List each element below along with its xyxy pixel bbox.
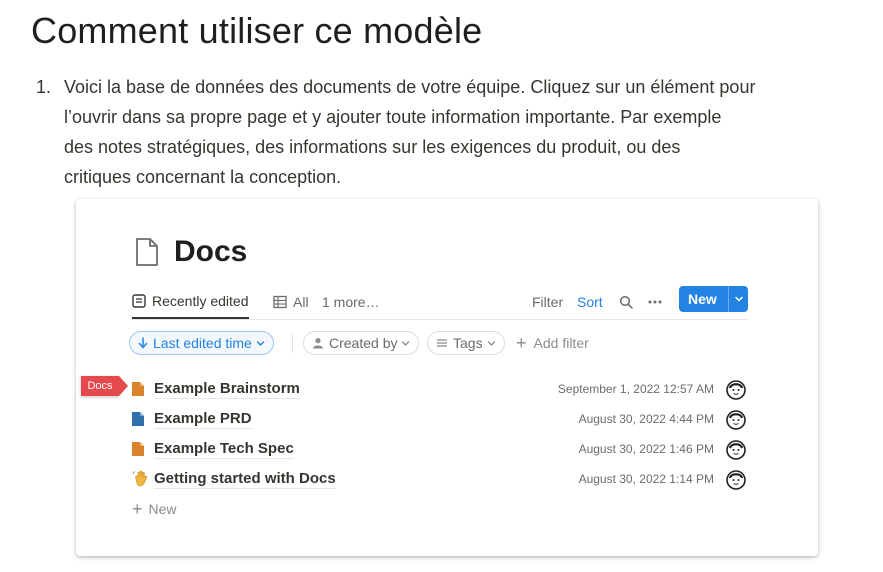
page-heading: Comment utiliser ce modèle bbox=[31, 10, 483, 51]
chevron-down-icon bbox=[402, 340, 410, 346]
instruction-line: critiques concernant la conception. bbox=[64, 167, 342, 187]
doc-date: September 1, 2022 12:57 AM bbox=[557, 382, 714, 396]
database-title: Docs bbox=[174, 235, 248, 268]
instruction-text: Voici la base de données des documents d… bbox=[64, 72, 824, 192]
instructions-list: 1. Voici la base de données des document… bbox=[36, 72, 836, 192]
tab-label: 1 more… bbox=[322, 293, 380, 310]
view-bar: Recently edited All 1 more… Filter Sort bbox=[132, 285, 748, 320]
sort-chip[interactable]: Last edited time bbox=[129, 331, 274, 355]
doc-name[interactable]: Example Brainstorm bbox=[154, 380, 300, 399]
database-screenshot: Docs Recently edited All 1 more… Filter … bbox=[76, 199, 818, 556]
more-icon bbox=[648, 300, 662, 303]
orange-doc-icon bbox=[132, 442, 154, 456]
chevron-down-icon bbox=[256, 340, 265, 346]
callout-arrow bbox=[119, 376, 128, 396]
tab-all[interactable]: All bbox=[273, 285, 309, 318]
instruction-item: 1. Voici la base de données des document… bbox=[36, 72, 836, 192]
avatar bbox=[726, 410, 746, 430]
plus-icon: + bbox=[132, 498, 143, 519]
sort-button[interactable]: Sort bbox=[577, 285, 603, 318]
add-filter-button[interactable]: + Add filter bbox=[516, 331, 589, 355]
person-icon bbox=[313, 338, 323, 349]
list-item[interactable]: Example Tech Spec August 30, 2022 1:46 P… bbox=[132, 434, 752, 464]
plus-icon: + bbox=[516, 332, 527, 353]
chevron-down-icon bbox=[734, 296, 743, 302]
more-button[interactable] bbox=[647, 285, 663, 318]
tab-more-views[interactable]: 1 more… bbox=[322, 285, 380, 318]
avatar bbox=[726, 440, 746, 460]
list-item[interactable]: Example Brainstorm September 1, 2022 12:… bbox=[132, 374, 752, 404]
list-icon bbox=[132, 294, 146, 308]
database-header: Docs bbox=[134, 235, 247, 269]
tab-recently-edited[interactable]: Recently edited bbox=[132, 285, 249, 319]
search-button[interactable] bbox=[619, 285, 633, 318]
orange-doc-icon bbox=[132, 382, 154, 396]
tags-filter[interactable]: Tags bbox=[427, 331, 505, 355]
instruction-line: des notes stratégiques, des informations… bbox=[64, 137, 681, 157]
filter-button[interactable]: Filter bbox=[532, 285, 563, 318]
tags-label: Tags bbox=[453, 335, 483, 351]
search-icon bbox=[619, 295, 633, 309]
doc-name[interactable]: Example PRD bbox=[154, 410, 252, 429]
new-button[interactable]: New bbox=[679, 286, 748, 312]
doc-name[interactable]: Example Tech Spec bbox=[154, 440, 294, 459]
created-by-label: Created by bbox=[329, 335, 398, 351]
instruction-line: Voici la base de données des documents d… bbox=[64, 77, 756, 97]
sort-chip-label: Last edited time bbox=[153, 335, 252, 351]
table-icon bbox=[273, 295, 287, 308]
instruction-line: l’ouvrir dans sa propre page et y ajoute… bbox=[64, 107, 722, 127]
chevron-down-icon bbox=[487, 340, 495, 346]
list-item[interactable]: Getting started with Docs August 30, 202… bbox=[132, 464, 752, 494]
page-icon bbox=[136, 238, 158, 266]
new-row-label: New bbox=[148, 501, 177, 517]
filter-divider bbox=[292, 333, 293, 353]
doc-date: August 30, 2022 1:46 PM bbox=[578, 442, 714, 456]
blue-doc-icon bbox=[132, 412, 154, 426]
list-item[interactable]: Example PRD August 30, 2022 4:44 PM bbox=[132, 404, 752, 434]
instruction-number: 1. bbox=[36, 77, 52, 97]
created-by-filter[interactable]: Created by bbox=[303, 331, 420, 355]
new-button-label: New bbox=[688, 291, 717, 307]
arrow-down-icon bbox=[138, 337, 148, 349]
waving-hand-icon bbox=[132, 470, 154, 488]
doc-date: August 30, 2022 4:44 PM bbox=[578, 412, 714, 426]
avatar bbox=[726, 470, 746, 490]
tags-list-icon bbox=[437, 339, 447, 347]
new-row-button[interactable]: + New bbox=[132, 494, 752, 524]
tab-label: All bbox=[293, 293, 309, 310]
doc-name[interactable]: Getting started with Docs bbox=[154, 470, 336, 489]
doc-date: August 30, 2022 1:14 PM bbox=[578, 472, 714, 486]
docs-callout-tag: Docs bbox=[81, 376, 119, 396]
tab-label: Recently edited bbox=[152, 293, 249, 309]
avatar bbox=[726, 380, 746, 400]
new-dropdown-chevron[interactable] bbox=[729, 295, 748, 303]
add-filter-label: Add filter bbox=[533, 335, 589, 351]
doc-list: Example Brainstorm September 1, 2022 12:… bbox=[132, 374, 752, 524]
